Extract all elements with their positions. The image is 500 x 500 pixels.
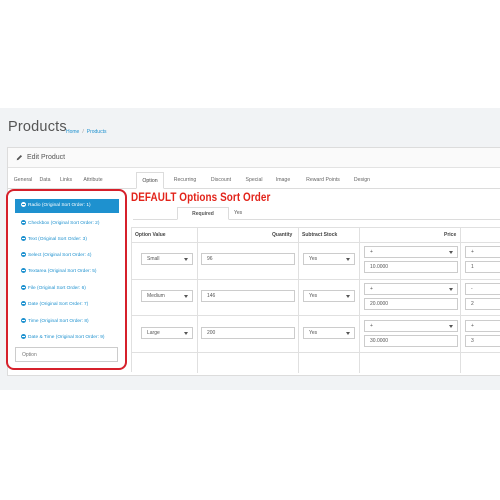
option-item-date[interactable]: Date (Original Sort Order: 7)	[15, 298, 119, 312]
subtract-stock-select[interactable]: Yes	[303, 327, 355, 339]
option-value-select[interactable]: Large	[141, 327, 193, 339]
caret-down-icon	[449, 288, 453, 291]
caret-down-icon	[346, 258, 350, 261]
price-input[interactable]: 30.0000	[364, 335, 458, 347]
breadcrumb: Home / Products	[66, 129, 106, 135]
option-item-label: Text (Original Sort Order: 3)	[28, 237, 87, 242]
subtab-required[interactable]: Required	[177, 207, 229, 220]
tab-general[interactable]: General	[10, 172, 36, 189]
caret-down-icon	[346, 332, 350, 335]
bottom-whitespace	[0, 390, 500, 500]
breadcrumb-products[interactable]: Products	[87, 129, 107, 135]
caret-down-icon	[346, 295, 350, 298]
screenshot: Products Home / Products Edit Product Gene…	[0, 0, 500, 500]
option-item-text[interactable]: Text (Original Sort Order: 3)	[15, 233, 119, 247]
remove-circle-icon[interactable]	[21, 267, 26, 273]
option-item-textarea[interactable]: Textarea (Original Sort Order: 5)	[15, 265, 119, 279]
remove-circle-icon[interactable]	[21, 317, 26, 323]
price-input[interactable]: 10.0000	[364, 261, 458, 273]
option-values-table: Option Value Quantity Subtract Stock Pri…	[131, 227, 500, 373]
tab-reward-points[interactable]: Reward Points	[302, 172, 344, 189]
subtract-stock-select[interactable]: Yes	[303, 253, 355, 265]
points-input[interactable]: 1	[465, 261, 500, 273]
option-item-label: Date (Original Sort Order: 7)	[28, 302, 89, 307]
caret-down-icon	[184, 295, 188, 298]
breadcrumb-home[interactable]: Home	[66, 129, 79, 135]
tab-special[interactable]: Special	[240, 172, 268, 189]
subtract-stock-select[interactable]: Yes	[303, 290, 355, 302]
option-item-time[interactable]: Time (Original Sort Order: 8)	[15, 315, 119, 329]
option-search-input[interactable]	[15, 347, 118, 362]
header-option-value: Option Value	[135, 232, 166, 238]
points-prefix-select[interactable]: +	[465, 320, 500, 332]
option-item-label: Time (Original Sort Order: 8)	[28, 319, 89, 324]
required-subtabs: Required Yes	[133, 207, 500, 220]
option-item-label: Textarea (Original Sort Order: 5)	[28, 269, 97, 274]
tab-attribute[interactable]: Attribute	[78, 172, 108, 189]
option-item-select[interactable]: Select (Original Sort Order: 4)	[15, 249, 119, 263]
option-item-datetime[interactable]: Date & Time (Original Sort Order: 9)	[15, 331, 119, 345]
remove-circle-icon[interactable]	[21, 284, 26, 290]
points-input[interactable]: 3	[465, 335, 500, 347]
tab-option[interactable]: Option	[136, 172, 164, 189]
option-item-radio[interactable]: Radio (Original Sort Order: 1)	[15, 199, 119, 213]
points-prefix-select[interactable]: +	[465, 246, 500, 258]
caret-down-icon	[449, 251, 453, 254]
option-item-checkbox[interactable]: Checkbox (Original Sort Order: 2)	[15, 217, 119, 231]
tab-design[interactable]: Design	[350, 172, 374, 189]
subtab-yes[interactable]: Yes	[234, 207, 254, 220]
remove-circle-icon[interactable]	[21, 219, 26, 225]
remove-circle-icon[interactable]	[21, 300, 26, 306]
option-item-label: Select (Original Sort Order: 4)	[28, 253, 92, 258]
breadcrumb-separator: /	[82, 129, 84, 135]
price-input[interactable]: 20.0000	[364, 298, 458, 310]
option-item-label: Date & Time (Original Sort Order: 9)	[28, 335, 105, 340]
panel-heading-title: Edit Product	[27, 154, 66, 161]
header-price: Price	[444, 232, 457, 238]
remove-circle-icon[interactable]	[21, 201, 26, 207]
page-title: Products	[8, 119, 67, 135]
caret-down-icon	[449, 325, 453, 328]
option-item-label: File (Original Sort Order: 6)	[28, 286, 86, 291]
option-value-select[interactable]: Small	[141, 253, 193, 265]
caret-down-icon	[184, 258, 188, 261]
option-item-file[interactable]: File (Original Sort Order: 6)	[15, 282, 119, 296]
option-item-label: Radio (Original Sort Order: 1)	[28, 203, 91, 208]
tab-data[interactable]: Data	[36, 172, 54, 189]
points-input[interactable]: 2	[465, 298, 500, 310]
option-item-label: Checkbox (Original Sort Order: 2)	[28, 221, 100, 226]
remove-circle-icon[interactable]	[21, 333, 26, 339]
annotation-label: DEFAULT Options Sort Order	[131, 192, 271, 204]
tab-links[interactable]: Links	[54, 172, 78, 189]
remove-circle-icon[interactable]	[21, 251, 26, 257]
header-quantity: Quantity	[272, 232, 293, 238]
remove-circle-icon[interactable]	[21, 235, 26, 241]
option-value-select[interactable]: Medium	[141, 290, 193, 302]
tab-image[interactable]: Image	[272, 172, 294, 189]
panel-heading: Edit Product	[8, 148, 500, 168]
quantity-input[interactable]: 96	[201, 253, 295, 265]
tab-discount[interactable]: Discount	[206, 172, 236, 189]
header-subtract-stock: Subtract Stock	[302, 232, 338, 238]
points-prefix-select[interactable]: -	[465, 283, 500, 295]
product-tabs: General Data Links Attribute Option Recu…	[8, 172, 500, 189]
tab-recurring[interactable]: Recurring	[168, 172, 202, 189]
pencil-icon	[16, 154, 23, 161]
price-prefix-select[interactable]: +	[364, 320, 458, 332]
price-prefix-select[interactable]: +	[364, 246, 458, 258]
quantity-input[interactable]: 200	[201, 327, 295, 339]
quantity-input[interactable]: 146	[201, 290, 295, 302]
price-prefix-select[interactable]: +	[364, 283, 458, 295]
caret-down-icon	[184, 332, 188, 335]
